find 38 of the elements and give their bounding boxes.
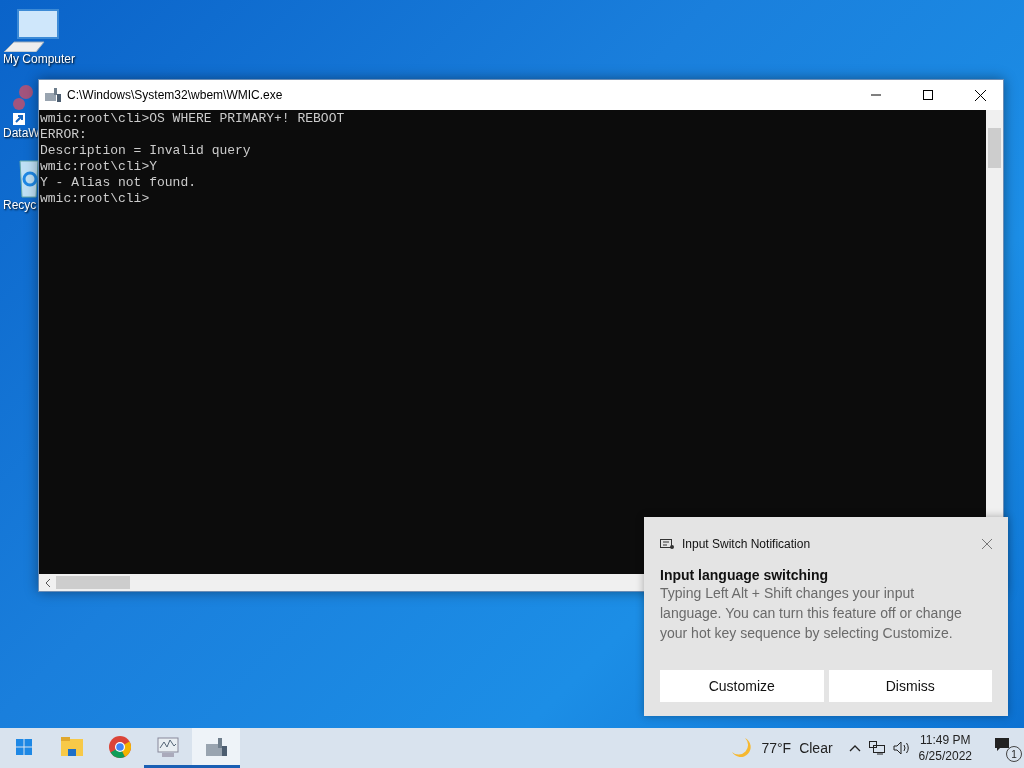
notification-heading: Input language switching (660, 567, 829, 583)
notification-count: 1 (1006, 746, 1022, 762)
folder-icon (61, 736, 83, 757)
console-icon (45, 88, 61, 102)
monitor-icon (156, 735, 180, 758)
action-center-icon[interactable] (994, 738, 1010, 752)
icon-label: Recyc (2, 198, 37, 212)
weather-condition: Clear (799, 740, 833, 756)
console-line: wmic:root\cli>Y (40, 159, 159, 175)
network-icon[interactable] (868, 741, 885, 755)
icon-label: DataW (2, 126, 40, 140)
console-line: Y - Alias not found. (40, 175, 198, 191)
speaker-icon[interactable] (892, 741, 911, 755)
windows-icon (16, 738, 32, 755)
scrollbar-thumb[interactable] (56, 576, 130, 589)
notification-button[interactable]: Customize (660, 670, 824, 702)
console-line: Description = Invalid query (40, 143, 252, 159)
notification-app-name: Input Switch Notification (682, 537, 812, 551)
keyboard-icon (660, 538, 674, 550)
console-line: wmic:root\cli> (40, 191, 151, 207)
chevron-up-icon[interactable] (848, 744, 861, 752)
taskbar-app[interactable] (192, 728, 240, 768)
recycle-bin-icon (19, 160, 39, 198)
chrome-icon (109, 735, 131, 758)
scrollbar-thumb[interactable] (988, 128, 1001, 168)
moon-icon (731, 737, 754, 759)
notification-button[interactable]: Dismiss (828, 670, 992, 702)
notification-body: Typing Left Alt + Shift changes your input language. You can turn this feature off or change your hot key sequence by selecting Customize. (660, 584, 963, 643)
icon-label: My Computer (2, 52, 76, 66)
console-line: wmic:root\cli>OS WHERE PRIMARY+! REBOOT (40, 111, 346, 127)
console-icon (204, 735, 228, 758)
shortcut-icon (12, 84, 34, 126)
clock[interactable]: 11:49 PM 6/25/2022 (918, 732, 972, 764)
console-line: ERROR: (40, 127, 88, 143)
window-title: C:\Windows\System32\wbem\WMIC.exe (67, 88, 284, 102)
temperature: 77°F (761, 740, 792, 756)
close-icon[interactable] (974, 89, 986, 101)
maximize-icon[interactable] (923, 90, 933, 100)
